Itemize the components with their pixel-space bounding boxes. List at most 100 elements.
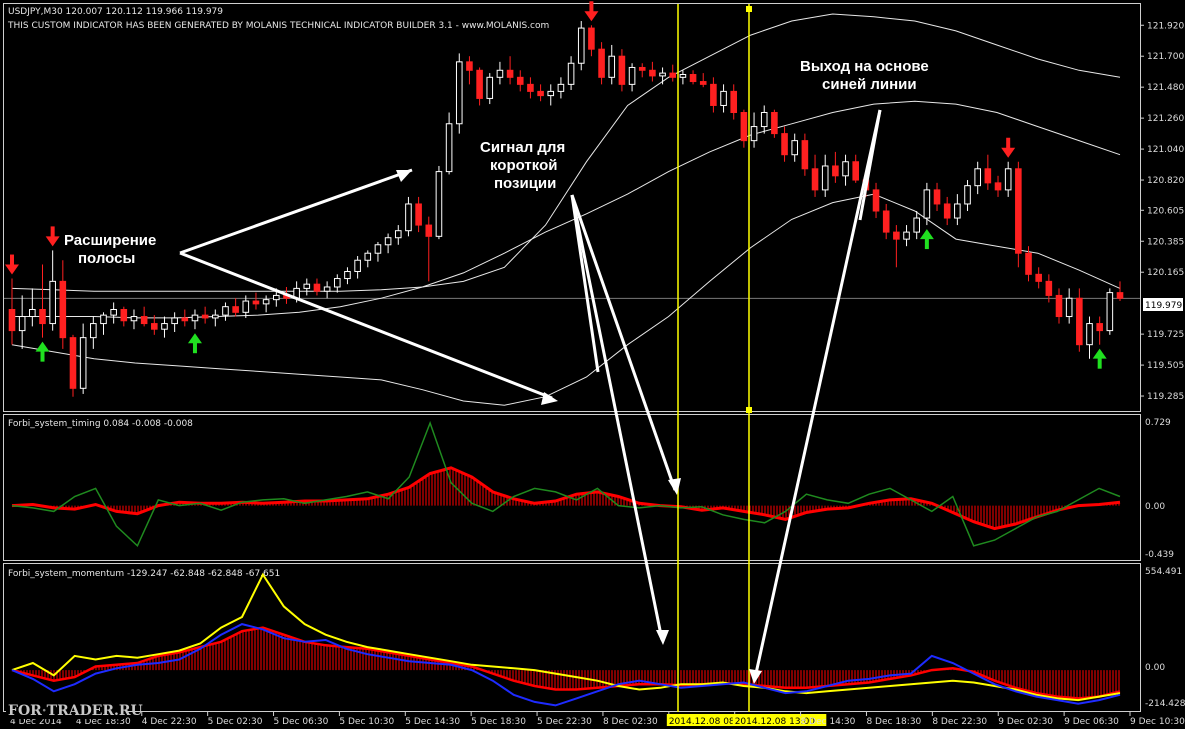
candle-body [811, 168, 819, 191]
sell-arrow-icon [50, 226, 55, 238]
candle-body [222, 306, 229, 316]
buy-arrow-icon [40, 350, 45, 362]
candle-body [1004, 168, 1012, 191]
candle-body [740, 112, 748, 142]
candle-body [405, 203, 412, 232]
momentum-title: Forbi_system_momentum -129.247 -62.848 -… [8, 569, 280, 579]
vline-handle-bottom[interactable] [746, 407, 752, 413]
momentum-tick-zero: 0.00 [1145, 663, 1165, 673]
candle-body [1025, 252, 1032, 275]
x-tick-label: 9 Dec 10:30 [1130, 717, 1185, 727]
candle-body [1055, 294, 1063, 318]
candle-body [476, 69, 483, 99]
price-tick-label: 120.820 [1147, 176, 1184, 186]
candle-body [242, 300, 250, 313]
candle-body [750, 126, 758, 142]
sell-arrow-icon [10, 254, 14, 266]
candle-body [994, 182, 1002, 191]
annotation-short-signal-2: короткой [490, 157, 557, 174]
candle-body [1065, 297, 1073, 318]
candle-body [638, 66, 646, 71]
price-tick-label: 120.165 [1147, 268, 1184, 278]
candle-body [374, 244, 382, 254]
candle-body [852, 161, 860, 181]
candle-body [506, 69, 514, 78]
x-tick-label: 5 Dec 18:30 [471, 717, 526, 727]
candle-body [18, 316, 26, 332]
candle-body [323, 286, 331, 292]
x-tick-label: 9 Dec 06:30 [1064, 717, 1119, 727]
x-tick-label: 4 Dec 22:30 [142, 717, 197, 727]
candle-body [872, 189, 880, 212]
candle-body [344, 271, 351, 280]
momentum-tick-bottom: -214.428 [1145, 699, 1185, 709]
candle-body [659, 72, 666, 77]
candle-body [110, 309, 117, 316]
buy-arrow-icon [924, 238, 929, 250]
candle-body [1106, 292, 1114, 332]
momentum-tick-top: 554.491 [1145, 567, 1182, 577]
candle-body [923, 189, 931, 219]
buy-arrow-icon [1097, 357, 1102, 369]
candle-body [943, 203, 951, 219]
candle-body [384, 237, 392, 246]
candle-body [984, 168, 992, 184]
annotation-short-signal-1: Сигнал для [480, 139, 565, 156]
candle-body [608, 55, 616, 78]
x-tick-label: 8 Dec 14:30 [801, 717, 856, 727]
candle-body [669, 72, 677, 78]
candle-body [191, 314, 199, 322]
annotation-band-expansion-2: полосы [78, 250, 135, 267]
candle-body [933, 189, 941, 205]
candle-body [394, 230, 402, 239]
x-tick-label: 8 Dec 02:30 [603, 717, 658, 727]
candle-body [49, 280, 56, 325]
candle-body [842, 161, 849, 177]
candle-body [1045, 280, 1053, 296]
x-tick-label: 5 Dec 02:30 [208, 717, 263, 727]
candle-body [79, 337, 87, 389]
watermark: FOR·TRADER.RU [8, 703, 143, 719]
candle-body [710, 83, 717, 106]
chart-subtitle: THIS CUSTOM INDICATOR HAS BEEN GENERATED… [7, 21, 549, 31]
candle-body [161, 323, 168, 330]
price-tick-label: 120.605 [1147, 206, 1184, 216]
candle-body [771, 112, 778, 135]
candle-body [567, 62, 575, 85]
candle-body [577, 27, 585, 64]
candle-body [801, 140, 809, 170]
candle-body [1116, 292, 1124, 299]
candle-body [435, 171, 443, 237]
candle-body [272, 294, 280, 301]
price-tick-label: 121.040 [1147, 145, 1184, 155]
candle-body [496, 69, 504, 78]
candle-body [364, 252, 372, 261]
candle-body [1015, 168, 1022, 254]
candle-body [760, 112, 768, 128]
candle-body [140, 316, 148, 325]
candle-body [354, 259, 361, 273]
candle-body [252, 300, 260, 305]
candle-body [537, 90, 544, 97]
candle-body [120, 309, 128, 322]
candle-body [1086, 323, 1093, 346]
trading-chart[interactable]: USDJPY,M30 120.007 120.112 119.966 119.9… [0, 0, 1185, 729]
vline-handle-top[interactable] [746, 6, 752, 12]
candle-body [1096, 323, 1103, 332]
candle-body [527, 83, 534, 92]
candle-body [8, 309, 16, 332]
candle-body [679, 74, 687, 78]
candle-body [466, 61, 473, 71]
candle-body [598, 48, 605, 78]
buy-arrow-icon [192, 342, 197, 354]
candle-body [588, 27, 595, 50]
candle-body [699, 81, 707, 85]
candle-body [974, 168, 981, 187]
candle-body [964, 185, 971, 205]
annotation-short-signal-3: позиции [494, 175, 556, 192]
candle-body [313, 283, 321, 292]
candle-body [425, 224, 433, 237]
candle-body [832, 165, 839, 177]
price-tick-label: 119.285 [1147, 392, 1184, 402]
price-tick-label: 121.260 [1147, 114, 1184, 124]
